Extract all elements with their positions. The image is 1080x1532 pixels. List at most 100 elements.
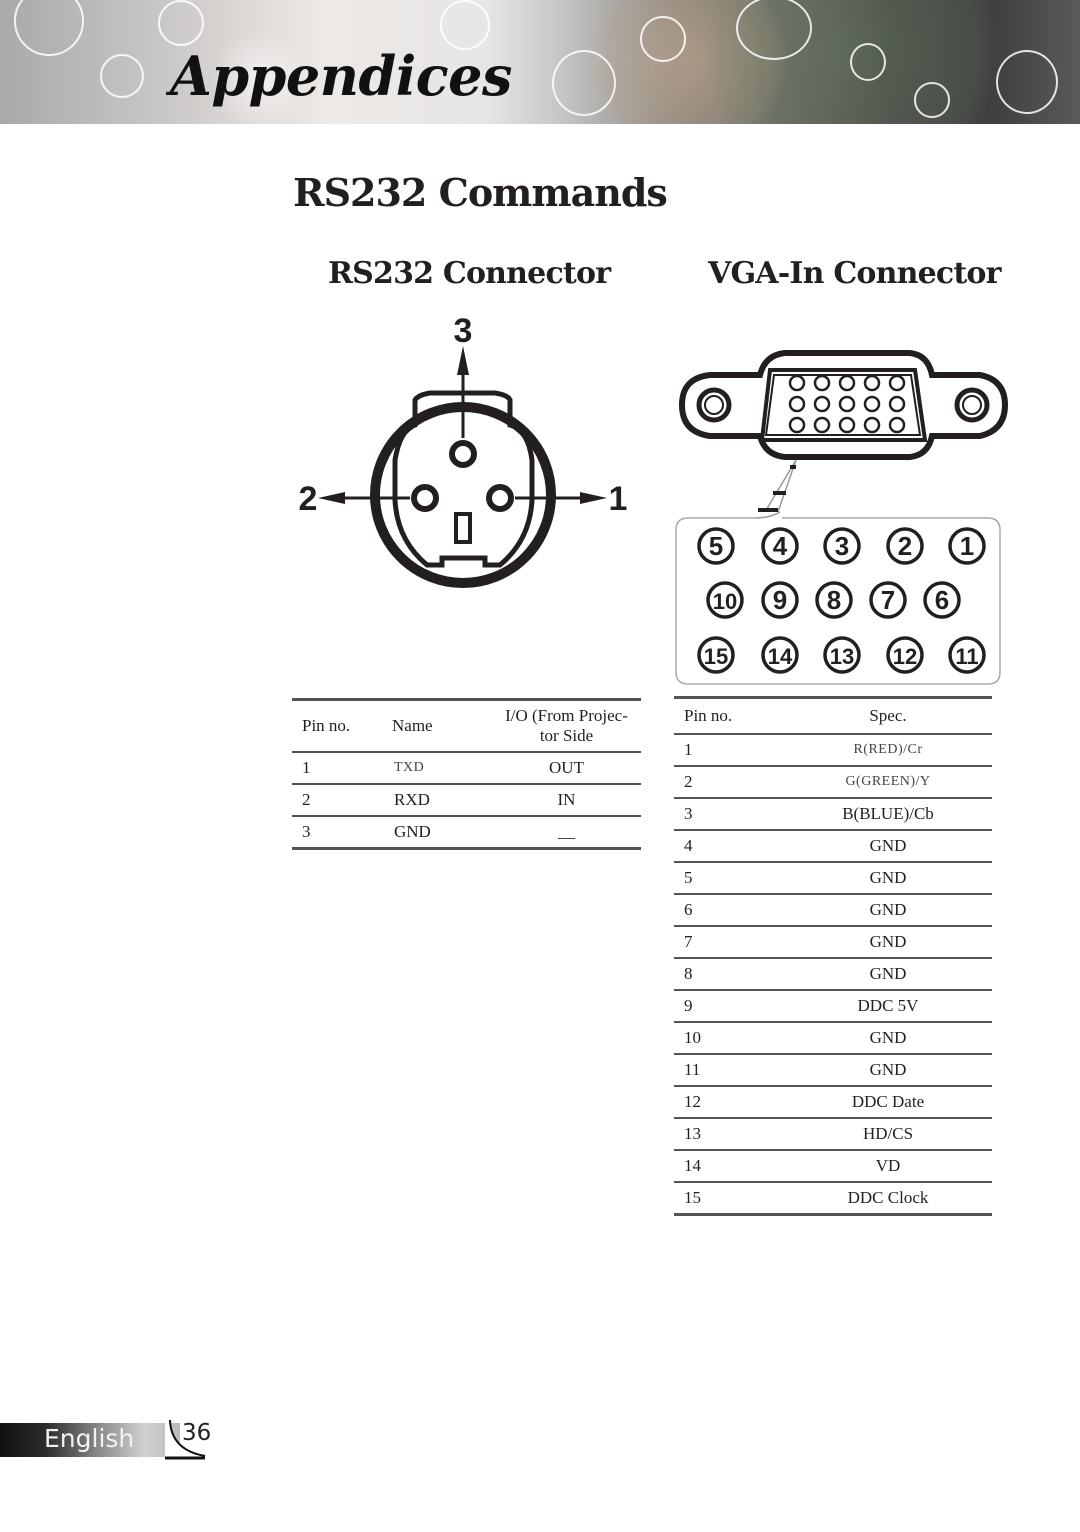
vga-pin-labels: 5 4 3 2 1 10 9 8 7 6 15 14 13 12 11: [697, 527, 986, 674]
io-cell: OUT: [482, 751, 641, 785]
vga-pin-number-label: 4: [773, 531, 788, 561]
pin-cell: 3: [292, 815, 382, 850]
table-header-row: Pin no. Name I/O (From Projec- tor Side: [292, 698, 641, 753]
vga-pin-number: 7: [869, 581, 907, 619]
header-io-line2: tor Side: [539, 725, 594, 745]
pin-hole: [788, 374, 806, 392]
vga-pin-number: 12: [886, 636, 924, 674]
spec-cell: DDC Clock: [774, 1181, 992, 1216]
pin-hole: [788, 416, 806, 434]
vga-pin-table: Pin no. Spec. 1 R(RED)/Cr 2 G(GREEN)/Y 3 B(BL…: [674, 696, 992, 1216]
decor-ring: [552, 50, 616, 116]
decor-ring: [914, 82, 950, 118]
io-cell: __: [482, 815, 641, 850]
table-row: 11 GND: [674, 1053, 992, 1087]
vga-pin-number-label: 1: [960, 531, 974, 561]
vga-pin-number-label: 7: [881, 585, 895, 615]
spec-cell: HD/CS: [774, 1117, 992, 1151]
rs232-pin-table: Pin no. Name I/O (From Projec- tor Side …: [292, 698, 641, 850]
pin-hole: [813, 374, 831, 392]
table-header-row: Pin no. Spec.: [674, 696, 992, 735]
pin-cell: 15: [674, 1181, 774, 1216]
pin-hole: [863, 374, 881, 392]
vga-pin-number: 2: [886, 527, 924, 565]
table-row: 3 B(BLUE)/Cb: [674, 797, 992, 831]
vga-pin-number: 15: [697, 636, 735, 674]
pin-cell: 1: [674, 733, 774, 767]
pin-cell: 6: [674, 893, 774, 927]
vga-connector-title: VGA-In Connector: [708, 256, 1001, 291]
spec-cell: GND: [774, 957, 992, 991]
pin-hole: [863, 416, 881, 434]
vga-pin-number: 11: [948, 636, 986, 674]
spec-cell: VD: [774, 1149, 992, 1183]
table-row: 3 GND __: [292, 815, 641, 850]
spec-cell: GND: [774, 1053, 992, 1087]
table-row: 2 G(GREEN)/Y: [674, 765, 992, 799]
pin-cell: 10: [674, 1021, 774, 1055]
pin-cell: 9: [674, 989, 774, 1023]
pin-hole: [813, 395, 831, 413]
header-pin-no: Pin no.: [674, 696, 774, 735]
vga-pin-number-label: 11: [955, 644, 978, 669]
pin-hole: [863, 395, 881, 413]
vga-pin-number-label: 8: [827, 585, 841, 615]
header-name: Name: [382, 698, 482, 753]
vga-pin-number-label: 15: [704, 644, 728, 669]
decor-ring: [14, 0, 84, 56]
key-slot: [454, 512, 472, 544]
rs232-connector-diagram: 3 2 1: [299, 312, 628, 588]
spec-cell: R(RED)/Cr: [774, 733, 992, 767]
vga-pin-number: 9: [761, 581, 799, 619]
pin-cell: 7: [674, 925, 774, 959]
header-banner: Appendices: [0, 0, 1080, 124]
header-io-line1: I/O (From Projec-: [505, 705, 628, 725]
vga-pin-number-label: 6: [935, 585, 949, 615]
pin-hole: [888, 395, 906, 413]
pin-hole: [838, 374, 856, 392]
spec-cell: B(BLUE)/Cb: [774, 797, 992, 831]
vga-pin-number: 8: [815, 581, 853, 619]
rs232-connector-title: RS232 Connector: [328, 256, 611, 291]
screw-right: [954, 387, 990, 423]
decor-ring: [100, 54, 144, 98]
vga-pin-number-label: 12: [893, 644, 917, 669]
vga-pin-number: 5: [697, 527, 735, 565]
table-row: 1 R(RED)/Cr: [674, 733, 992, 767]
vga-pin-number-label: 13: [830, 644, 854, 669]
pin-label-2: 2: [299, 480, 318, 518]
decor-ring: [440, 0, 490, 50]
decor-ring: [850, 43, 886, 81]
page-footer: English 36: [0, 1420, 212, 1460]
vga-pin-number: 6: [923, 581, 961, 619]
pin-cell: 11: [674, 1053, 774, 1087]
page-number: 36: [182, 1420, 212, 1446]
pin-cell: 1: [292, 751, 382, 785]
pin-cell: 8: [674, 957, 774, 991]
pin-hole: [813, 416, 831, 434]
pin-cell: 4: [674, 829, 774, 863]
table-row: 12 DDC Date: [674, 1085, 992, 1119]
pin-hole: [888, 416, 906, 434]
vga-pin-number: 13: [823, 636, 861, 674]
arrow-right-icon: [580, 492, 607, 504]
spec-cell: DDC 5V: [774, 989, 992, 1023]
page-title: RS232 Commands: [293, 170, 668, 215]
pin-label-1: 1: [609, 480, 628, 518]
vga-pin-number-label: 2: [898, 531, 912, 561]
pin-cell: 12: [674, 1085, 774, 1119]
pin-cell: 2: [674, 765, 774, 799]
table-row: 1 TXD OUT: [292, 751, 641, 785]
name-cell: TXD: [382, 751, 482, 785]
table-row: 7 GND: [674, 925, 992, 959]
name-cell: RXD: [382, 783, 482, 817]
header-pin-no: Pin no.: [292, 698, 382, 753]
table-row: 13 HD/CS: [674, 1117, 992, 1151]
header-spec: Spec.: [774, 696, 992, 735]
pin-hole: [838, 395, 856, 413]
table-row: 10 GND: [674, 1021, 992, 1055]
table-row: 2 RXD IN: [292, 783, 641, 817]
table-row: 5 GND: [674, 861, 992, 895]
io-cell: IN: [482, 783, 641, 817]
spec-cell: DDC Date: [774, 1085, 992, 1119]
